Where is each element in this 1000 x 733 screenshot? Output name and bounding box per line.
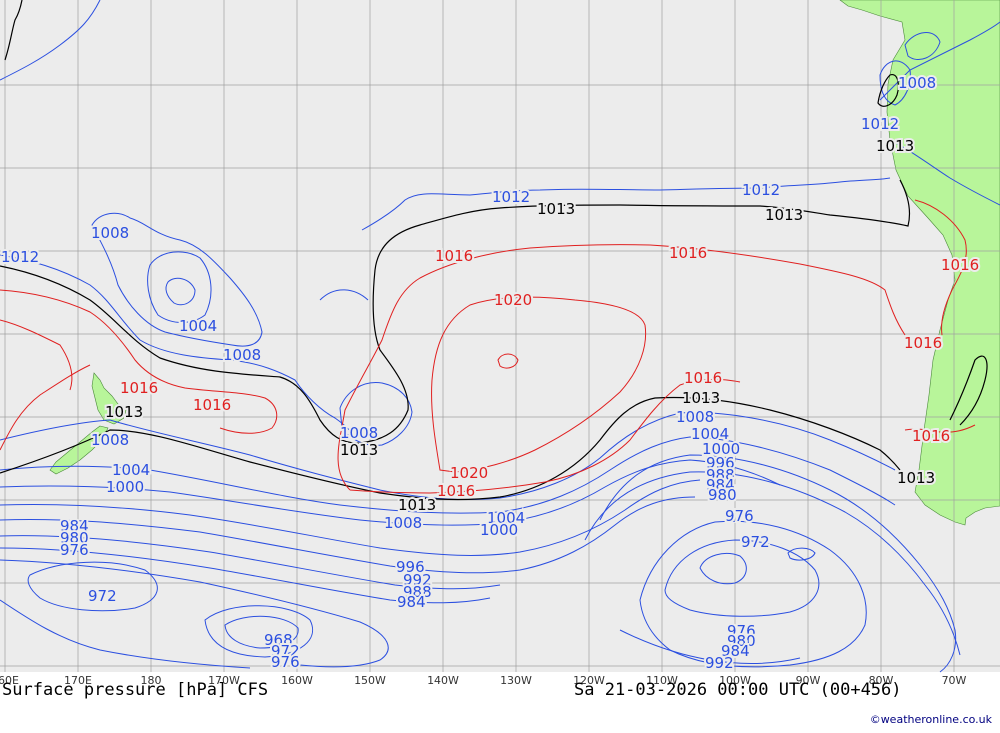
isobar-label: 1008 [340, 424, 378, 442]
isobar-label: 972 [741, 533, 770, 551]
credit-link[interactable]: ©weatheronline.co.uk [870, 713, 992, 726]
lon-tick-label: 160W [281, 674, 313, 687]
isobar-label: 976 [271, 653, 300, 671]
isobar-label: 1012 [1, 248, 39, 266]
isobar-label: 1013 [340, 441, 378, 459]
lon-tick-label: 150W [354, 674, 386, 687]
isobar-label: 1016 [669, 244, 707, 262]
isobar-label: 976 [60, 541, 89, 559]
isobar-label: 1004 [179, 317, 217, 335]
isobar-label: 984 [397, 593, 426, 611]
isobar-label: 1012 [742, 181, 780, 199]
lon-tick-label: 140W [427, 674, 459, 687]
isobar-label: 1016 [437, 482, 475, 500]
isobar-label: 1000 [106, 478, 144, 496]
isobar-label: 1013 [765, 206, 803, 224]
isobar-label: 1016 [120, 379, 158, 397]
lon-tick-label: 130W [500, 674, 532, 687]
isobar-label: 1013 [876, 137, 914, 155]
isobar-label: 992 [705, 654, 734, 672]
isobar-label: 1020 [450, 464, 488, 482]
isobar-label: 1008 [898, 74, 936, 92]
isobar-label: 1016 [904, 334, 942, 352]
isobar-label: 1016 [193, 396, 231, 414]
isobar-label: 1008 [91, 431, 129, 449]
ocean-background [0, 0, 1000, 672]
isobar-label: 1013 [105, 403, 143, 421]
isobar-label: 1008 [384, 514, 422, 532]
isobar-label: 1016 [684, 369, 722, 387]
isobar-label: 1013 [682, 389, 720, 407]
isobar-label: 972 [88, 587, 117, 605]
isobar-label: 1020 [494, 291, 532, 309]
map-datetime: Sa 21-03-2026 00:00 UTC (00+456) [574, 680, 902, 700]
isobar-label: 1000 [480, 521, 518, 539]
isobar-label: 1013 [897, 469, 935, 487]
pressure-map: 1008 1012 1013 1012 1013 1012 1013 1013 … [0, 0, 1000, 687]
lon-tick-label: 70W [942, 674, 967, 687]
isobar-label: 1012 [492, 188, 530, 206]
isobar-label: 1008 [223, 346, 261, 364]
map-title: Surface pressure [hPa] CFS [2, 680, 269, 700]
isobar-label: 1012 [861, 115, 899, 133]
isobar-label: 1016 [941, 256, 979, 274]
isobar-label: 1016 [435, 247, 473, 265]
isobar-label: 1013 [537, 200, 575, 218]
isobar-label: 1008 [91, 224, 129, 242]
isobar-label: 1013 [398, 496, 436, 514]
isobar-label: 1004 [112, 461, 150, 479]
isobar-label: 1016 [912, 427, 950, 445]
isobar-label: 1008 [676, 408, 714, 426]
isobar-label: 976 [725, 507, 754, 525]
isobar-label: 980 [708, 486, 737, 504]
